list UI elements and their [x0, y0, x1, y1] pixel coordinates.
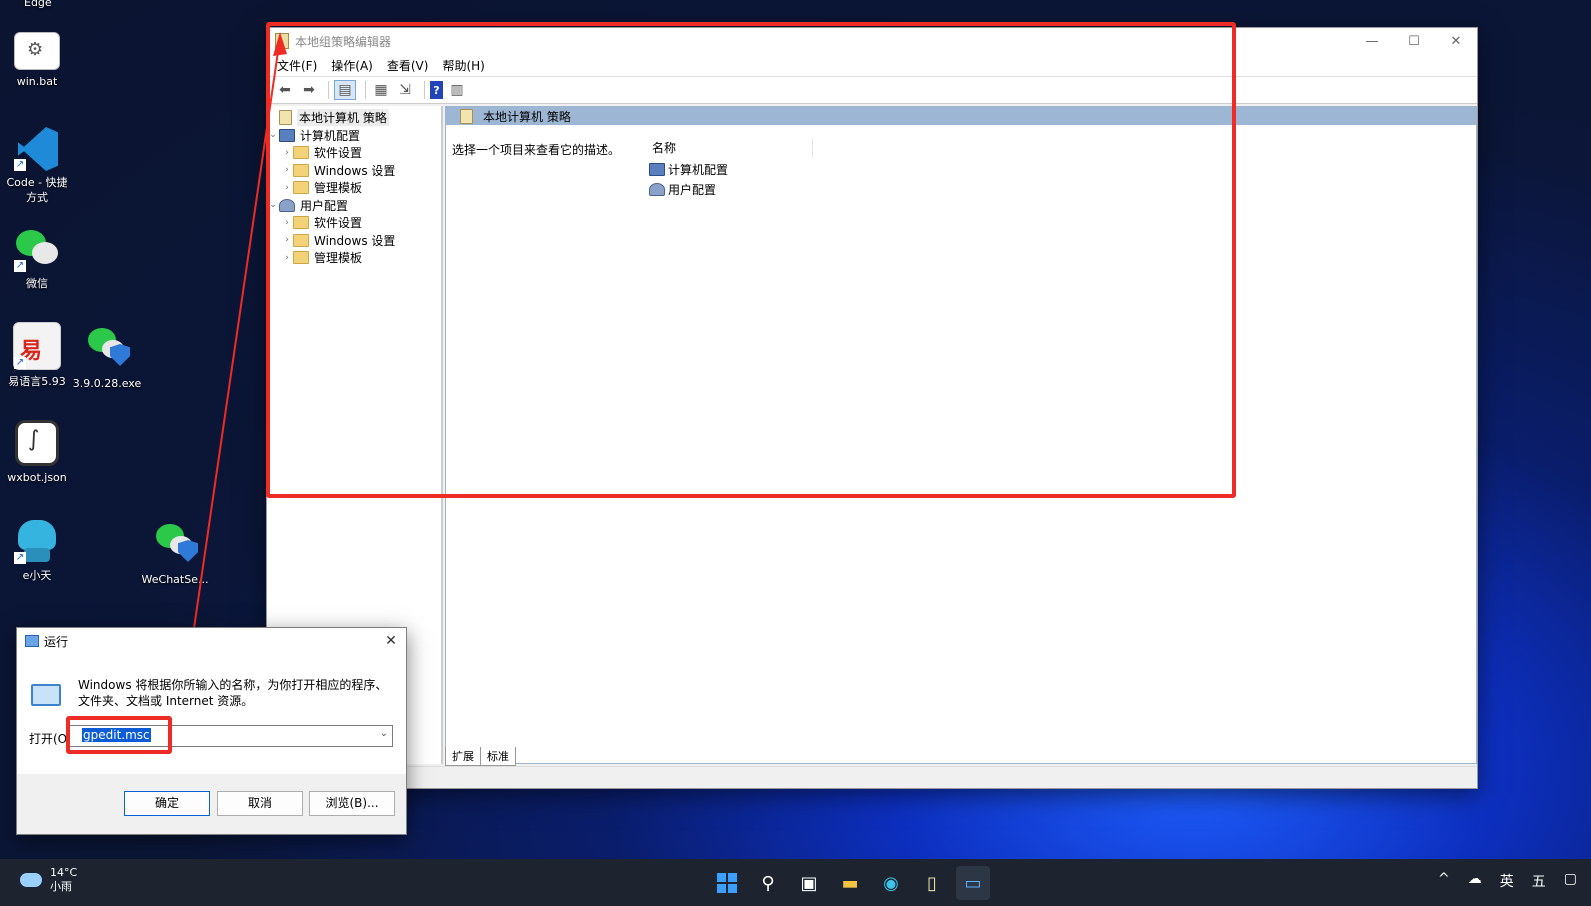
start-button[interactable] [710, 866, 744, 900]
desktop-icon-label: wxbot.json [7, 471, 67, 484]
desktop-icon-wechat-setup[interactable]: 3.9.0.28.exe [72, 326, 142, 391]
gpedit-taskbar-icon[interactable]: ▯ [915, 866, 949, 900]
shortcut-arrow-icon: ↗ [14, 159, 26, 171]
task-view-icon[interactable]: ▣ [792, 866, 826, 900]
windows-logo-icon [717, 873, 737, 893]
desktop-icon-eyuyan[interactable]: 易 ↗ 易语言5.93 [2, 322, 72, 389]
desktop-icon-win-bat[interactable]: ⚙ win.bat [2, 32, 72, 89]
annotation-input-box [66, 716, 172, 754]
weather-temp: 14°C [50, 866, 78, 879]
desktop-icon-label: WeChatSe... [141, 573, 209, 586]
file-explorer-icon[interactable]: ▬ [833, 866, 867, 900]
search-icon[interactable]: ⚲ [751, 866, 785, 900]
run-dialog-titlebar[interactable]: 运行 ✕ [17, 628, 406, 654]
robot-icon: ↗ [14, 518, 60, 564]
run-program-icon [31, 684, 61, 706]
run-dialog-description: Windows 将根据你所输入的名称，为你打开相应的程序、文件夹、文档或 Int… [78, 678, 388, 708]
desktop-icon-label: Code - 快捷方式 [6, 176, 68, 204]
desktop-icon-wechat-setup-2[interactable]: WeChatSe... [140, 522, 210, 587]
dropdown-chevron-icon[interactable]: ⌄ [380, 728, 388, 739]
annotation-highlight-box [266, 22, 1236, 498]
desktop-edge-label-partial: Edge [24, 0, 52, 9]
shortcut-arrow-icon: ↗ [14, 552, 26, 564]
ime-indicator[interactable]: 英 [1500, 871, 1514, 891]
edge-browser-icon[interactable]: ◉ [874, 866, 908, 900]
desktop-icon-label: 3.9.0.28.exe [72, 377, 142, 390]
maximize-button[interactable]: ☐ [1393, 34, 1435, 49]
ok-button[interactable]: 确定 [124, 791, 210, 816]
tab-extended[interactable]: 扩展 [445, 747, 481, 766]
desktop-icon-vscode[interactable]: ↗ Code - 快捷方式 [2, 125, 72, 205]
tab-standard[interactable]: 标准 [480, 747, 516, 766]
desktop-icon-wxbot-json[interactable]: ∫ wxbot.json [2, 420, 72, 485]
cancel-button[interactable]: 取消 [217, 791, 303, 816]
taskbar: 14°C 小雨 ⚲ ▣ ▬ ◉ ▯ ▭ ^ ☁ 英 五 ▢ [0, 859, 1591, 906]
wechat-icon: ↗ [14, 226, 60, 272]
bat-file-icon: ⚙ [14, 32, 60, 70]
rain-cloud-icon [20, 873, 42, 887]
run-dialog-body: Windows 将根据你所输入的名称，为你打开相应的程序、文件夹、文档或 Int… [17, 654, 406, 774]
date-indicator[interactable]: 五 [1532, 871, 1546, 891]
desktop-icon-label: 微信 [26, 277, 48, 290]
close-button[interactable]: ✕ [1435, 34, 1477, 49]
view-tabs: 扩展 标准 [445, 747, 516, 766]
vscode-icon: ↗ [14, 125, 60, 171]
desktop-icon-label: 易语言5.93 [8, 375, 66, 388]
weather-condition: 小雨 [50, 880, 72, 893]
eyuyan-icon: 易 ↗ [13, 322, 61, 370]
desktop-icon-wechat[interactable]: ↗ 微信 [2, 226, 72, 291]
run-taskbar-icon[interactable]: ▭ [956, 866, 990, 900]
system-tray: ^ ☁ 英 五 ▢ [1420, 871, 1577, 891]
wechat-setup-icon [84, 326, 130, 372]
json-file-icon: ∫ [15, 420, 59, 466]
tray-chevron-icon[interactable]: ^ [1438, 871, 1450, 891]
run-close-button[interactable]: ✕ [376, 633, 406, 649]
weather-widget[interactable]: 14°C 小雨 [20, 866, 77, 894]
desktop-icon-exiaotian[interactable]: ↗ e小天 [2, 518, 72, 583]
shortcut-arrow-icon: ↗ [14, 357, 26, 369]
run-dialog-title: 运行 [44, 634, 69, 649]
notification-icon[interactable]: ▢ [1564, 871, 1577, 891]
desktop-icon-label: e小天 [22, 569, 52, 582]
desktop-icon-label: win.bat [16, 75, 58, 88]
wechat-setup-icon [152, 522, 198, 568]
run-app-icon [25, 635, 39, 647]
status-bar [267, 766, 1477, 788]
browse-button[interactable]: 浏览(B)... [309, 791, 395, 816]
taskbar-apps: ⚲ ▣ ▬ ◉ ▯ ▭ [710, 866, 997, 900]
onedrive-cloud-icon[interactable]: ☁ [1468, 871, 1482, 891]
minimize-button[interactable]: — [1351, 34, 1393, 49]
shortcut-arrow-icon: ↗ [14, 260, 26, 272]
